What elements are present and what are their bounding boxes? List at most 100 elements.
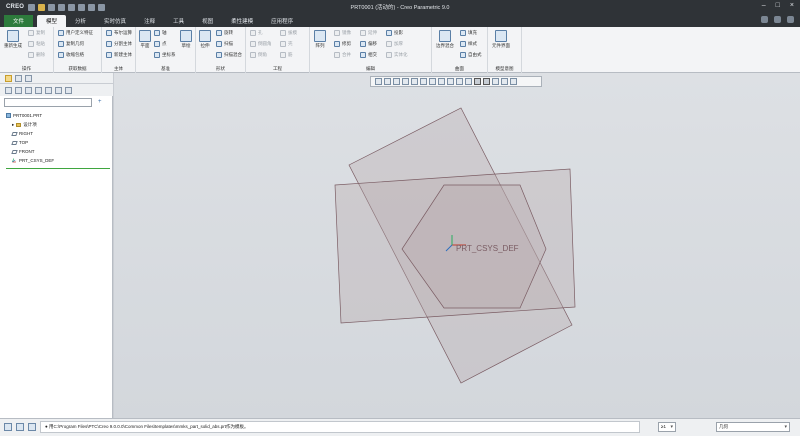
- search-icon[interactable]: [787, 16, 794, 23]
- tab-flexible-modeling[interactable]: 柔性建模: [222, 15, 262, 27]
- regenerate-icon[interactable]: [78, 3, 86, 11]
- maximize-button[interactable]: □: [776, 2, 780, 9]
- component-interface-button[interactable]: 元件界面: [492, 30, 510, 49]
- sketch-button[interactable]: 草绘: [180, 30, 192, 49]
- copy-icon: [28, 30, 34, 36]
- expand-arrow-icon[interactable]: ▸: [12, 122, 14, 128]
- tree-filter-icon[interactable]: [35, 86, 42, 94]
- collapse-ribbon-icon[interactable]: [761, 16, 768, 23]
- minimize-button[interactable]: –: [762, 2, 766, 9]
- copy-button[interactable]: 复制: [28, 30, 45, 36]
- extrude-button[interactable]: 拉伸: [199, 30, 211, 49]
- tree-node-right[interactable]: RIGHT: [6, 129, 54, 138]
- group-operations: 重新生成 复制 粘贴 删除 操作: [0, 27, 54, 73]
- browser-toggle-icon[interactable]: [16, 423, 24, 431]
- windows-icon[interactable]: [88, 3, 96, 11]
- tab-model[interactable]: 模型: [37, 15, 67, 27]
- regenerate-button[interactable]: 重新生成: [4, 30, 22, 49]
- swept-blend-button[interactable]: 扫描混合: [216, 52, 242, 58]
- add-filter-icon[interactable]: +: [98, 99, 102, 105]
- point-button[interactable]: 点: [154, 41, 167, 47]
- round-button[interactable]: 倒圆角: [250, 41, 272, 47]
- hole-button[interactable]: 孔: [250, 30, 263, 36]
- redo-icon[interactable]: [68, 3, 76, 11]
- navigator-toggle-icon[interactable]: [4, 423, 12, 431]
- freestyle-button[interactable]: 自由式: [460, 52, 482, 58]
- favorites-tab-icon[interactable]: [25, 74, 32, 82]
- revolve-button[interactable]: 旋转: [216, 30, 233, 36]
- csys-label[interactable]: PRT_CSYS_DEF: [456, 244, 519, 253]
- user-defined-feature-button[interactable]: 用户定义特征: [58, 30, 93, 36]
- merge-button[interactable]: 合并: [334, 52, 351, 58]
- sketch-icon: [180, 30, 192, 42]
- copy-geometry-button[interactable]: 复制几何: [58, 41, 84, 47]
- tab-file[interactable]: 文件: [4, 15, 34, 27]
- model-viewport[interactable]: PRT_CSYS_DEF: [114, 73, 800, 418]
- undo-icon[interactable]: [58, 3, 66, 11]
- style-button[interactable]: 样式: [460, 41, 477, 47]
- selection-buffer[interactable]: ≥1: [658, 422, 676, 432]
- pattern-button[interactable]: 阵列: [314, 30, 326, 49]
- insert-here-indicator[interactable]: [6, 168, 110, 169]
- csys-button[interactable]: 坐标系: [154, 52, 176, 58]
- round-icon: [250, 41, 256, 47]
- boolean-button[interactable]: 布尔运算: [106, 30, 132, 36]
- chamfer-button[interactable]: 倒角: [250, 52, 267, 58]
- fill-button[interactable]: 填充: [460, 30, 477, 36]
- udf-icon: [58, 30, 64, 36]
- tab-analysis[interactable]: 分析: [66, 15, 95, 27]
- solidify-button[interactable]: 实体化: [386, 52, 408, 58]
- save-icon[interactable]: [48, 3, 56, 11]
- intersect-button[interactable]: 相交: [360, 52, 377, 58]
- tree-settings-icon[interactable]: [5, 86, 12, 94]
- graphics-window[interactable]: PRT_CSYS_DEF: [114, 73, 800, 418]
- tree-node-csys[interactable]: PRT_CSYS_DEF: [6, 156, 54, 165]
- axis-button[interactable]: 轴: [154, 30, 167, 36]
- close-window-icon[interactable]: [98, 3, 106, 11]
- shell-button[interactable]: 壳: [280, 41, 293, 47]
- trim-button[interactable]: 修剪: [334, 41, 351, 47]
- tree-filter-input[interactable]: [4, 98, 92, 107]
- folder-browser-tab-icon[interactable]: [15, 74, 22, 82]
- rib-button[interactable]: 筋: [280, 52, 293, 58]
- extend-button[interactable]: 延伸: [360, 30, 377, 36]
- columns-icon[interactable]: [25, 86, 32, 94]
- paste-button[interactable]: 粘贴: [28, 41, 45, 47]
- tab-view[interactable]: 视图: [193, 15, 222, 27]
- group-shapes: 拉伸 旋转 扫描 扫描混合 形状: [196, 27, 246, 73]
- mirror-button[interactable]: 镜像: [334, 30, 351, 36]
- tree-node-design-items[interactable]: ▸ 设计项: [6, 120, 54, 129]
- tab-live-simulation[interactable]: 实时仿真: [95, 15, 135, 27]
- close-button[interactable]: ×: [790, 2, 794, 9]
- model-tree-tab-icon[interactable]: [5, 74, 12, 82]
- selection-filter-dropdown[interactable]: 几何: [716, 422, 790, 432]
- part-icon: [6, 113, 11, 118]
- tab-tools[interactable]: 工具: [164, 15, 193, 27]
- shrinkwrap-button[interactable]: 收缩包络: [58, 52, 84, 58]
- tree-search-icon[interactable]: [65, 86, 72, 94]
- boundary-blend-button[interactable]: 边界混合: [436, 30, 454, 49]
- split-body-button[interactable]: 分割主体: [106, 41, 132, 47]
- new-file-icon[interactable]: [28, 3, 36, 11]
- open-file-icon[interactable]: [38, 3, 46, 11]
- sweep-button[interactable]: 扫描: [216, 41, 233, 47]
- plane-button[interactable]: 平面: [139, 30, 151, 49]
- expand-icon[interactable]: [45, 86, 52, 94]
- delete-button[interactable]: 删除: [28, 52, 45, 58]
- tab-annotate[interactable]: 注释: [135, 15, 164, 27]
- tree-node-top[interactable]: TOP: [6, 138, 54, 147]
- project-button[interactable]: 投影: [386, 30, 403, 36]
- offset-button[interactable]: 偏移: [360, 41, 377, 47]
- draft-button[interactable]: 拔模: [280, 30, 297, 36]
- collapse-icon[interactable]: [55, 86, 62, 94]
- tree-node-part[interactable]: PRT0001.PRT: [6, 111, 54, 120]
- new-body-button[interactable]: 新建主体: [106, 52, 132, 58]
- show-icon[interactable]: [15, 86, 22, 94]
- thicken-button[interactable]: 加厚: [386, 41, 403, 47]
- group-model-intent: 元件界面 模型意图: [488, 27, 522, 73]
- fullscreen-icon[interactable]: [28, 423, 36, 431]
- help-icon[interactable]: [774, 16, 781, 23]
- model-tree: PRT0001.PRT ▸ 设计项 RIGHT TOP FRONT PRT_CS…: [6, 111, 54, 165]
- tree-node-front[interactable]: FRONT: [6, 147, 54, 156]
- tab-applications[interactable]: 应用程序: [262, 15, 302, 27]
